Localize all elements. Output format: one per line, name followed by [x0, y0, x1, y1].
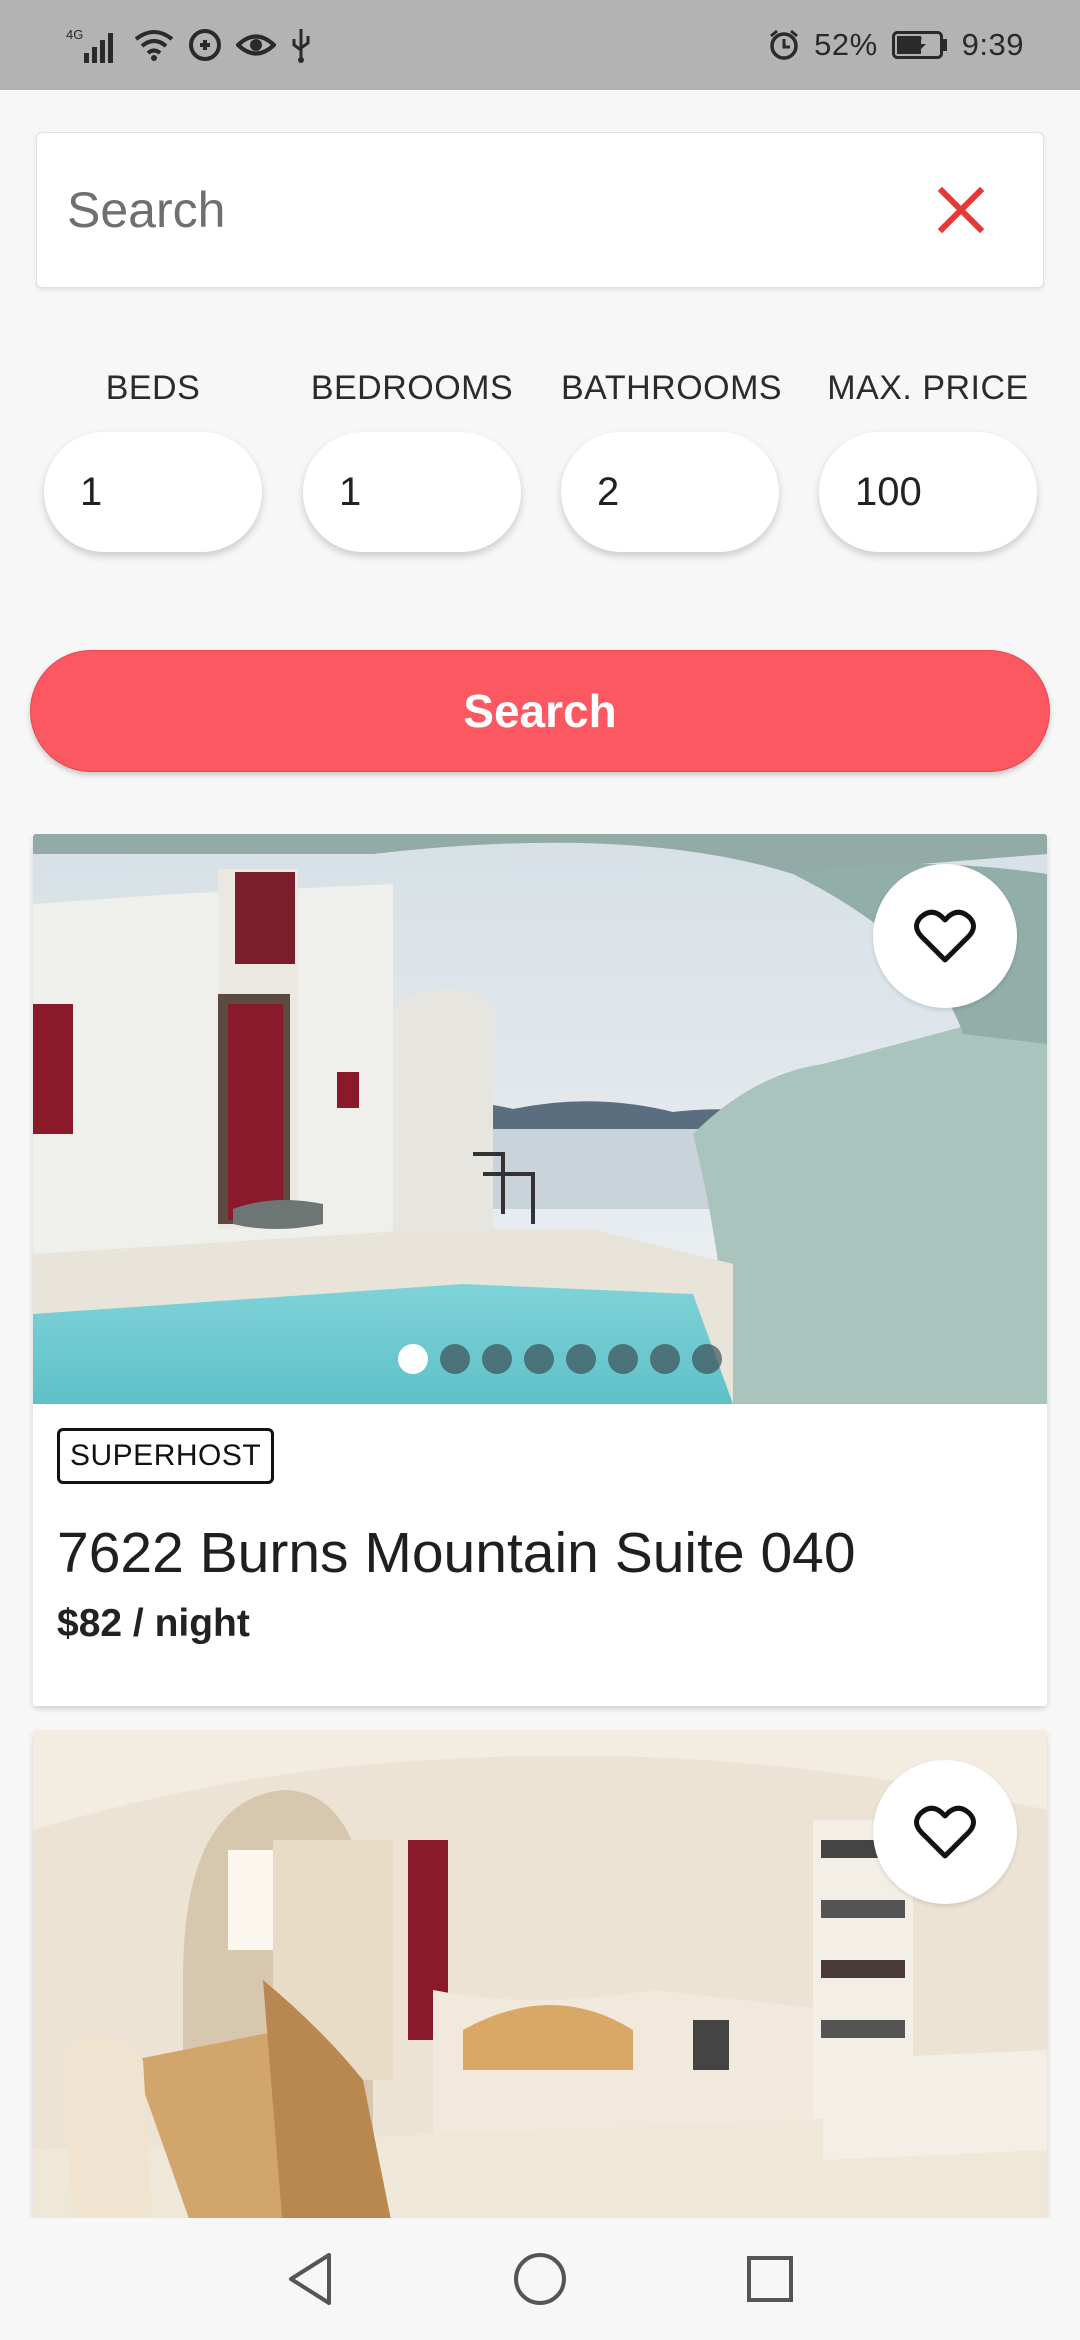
carousel-dot[interactable]: [650, 1344, 680, 1374]
status-bar: 4G 52% 9:39: [0, 0, 1080, 90]
home-circle-icon: [514, 2253, 566, 2305]
svg-text:4G: 4G: [66, 27, 83, 42]
usb-icon: [290, 27, 312, 63]
carousel-dot-active[interactable]: [398, 1344, 428, 1374]
carousel-dot[interactable]: [482, 1344, 512, 1374]
filter-label: MAX. PRICE: [827, 369, 1029, 407]
signal-icon: 4G: [66, 25, 120, 65]
back-button[interactable]: [275, 2244, 345, 2314]
listing-photo-carousel[interactable]: [33, 1730, 1047, 2230]
wifi-icon: [134, 27, 174, 63]
filter-bathrooms: BATHROOMS 2: [561, 360, 783, 552]
status-right: 52% 9:39: [768, 27, 1024, 63]
status-left-icons: 4G: [66, 25, 312, 65]
eye-comfort-icon: [236, 30, 276, 60]
home-button[interactable]: [505, 2244, 575, 2314]
data-saver-icon: [188, 28, 222, 62]
filter-bedrooms: BEDROOMS 1: [303, 360, 521, 552]
listing-title: 7622 Burns Mountain Suite 040: [57, 1521, 856, 1585]
carousel-dot[interactable]: [608, 1344, 638, 1374]
listing-photo-carousel[interactable]: [33, 834, 1047, 1404]
heart-outline-icon: [914, 1805, 976, 1859]
clear-search-button[interactable]: [921, 170, 1001, 250]
listing-card[interactable]: [33, 1730, 1047, 2230]
recents-square-icon: [747, 2256, 793, 2302]
clock-time: 9:39: [961, 27, 1024, 62]
battery-percent: 52%: [814, 27, 878, 62]
carousel-dot[interactable]: [692, 1344, 722, 1374]
listing-card[interactable]: SUPERHOST 7622 Burns Mountain Suite 040 …: [33, 834, 1047, 1706]
filter-beds: BEDS 1: [44, 360, 262, 552]
bedrooms-input[interactable]: 1: [303, 432, 521, 552]
alarm-icon: [768, 29, 800, 61]
carousel-dot[interactable]: [566, 1344, 596, 1374]
filter-label: BATHROOMS: [561, 369, 783, 407]
carousel-dots: [33, 1344, 1047, 1374]
favorite-button[interactable]: [873, 864, 1017, 1008]
heart-outline-icon: [914, 909, 976, 963]
bathrooms-input[interactable]: 2: [561, 432, 779, 552]
search-button[interactable]: Search: [30, 650, 1050, 772]
beds-input[interactable]: 1: [44, 432, 262, 552]
system-nav-bar: [0, 2218, 1080, 2340]
back-triangle-icon: [289, 2253, 331, 2305]
favorite-button[interactable]: [873, 1760, 1017, 1904]
filter-label: BEDS: [105, 369, 201, 407]
filter-max-price: MAX. PRICE 100: [819, 360, 1037, 552]
filter-label: BEDROOMS: [310, 369, 514, 407]
recents-button[interactable]: [735, 2244, 805, 2314]
close-icon: [938, 187, 984, 233]
carousel-dot[interactable]: [524, 1344, 554, 1374]
max-price-input[interactable]: 100: [819, 432, 1037, 552]
search-input[interactable]: [67, 181, 921, 239]
battery-icon: [891, 31, 948, 59]
listing-price: $82 / night: [57, 1602, 250, 1645]
listing-info: SUPERHOST 7622 Burns Mountain Suite 040 …: [33, 1404, 1047, 1646]
superhost-badge: SUPERHOST: [57, 1428, 275, 1484]
search-bar: [36, 132, 1044, 288]
carousel-dot[interactable]: [440, 1344, 470, 1374]
